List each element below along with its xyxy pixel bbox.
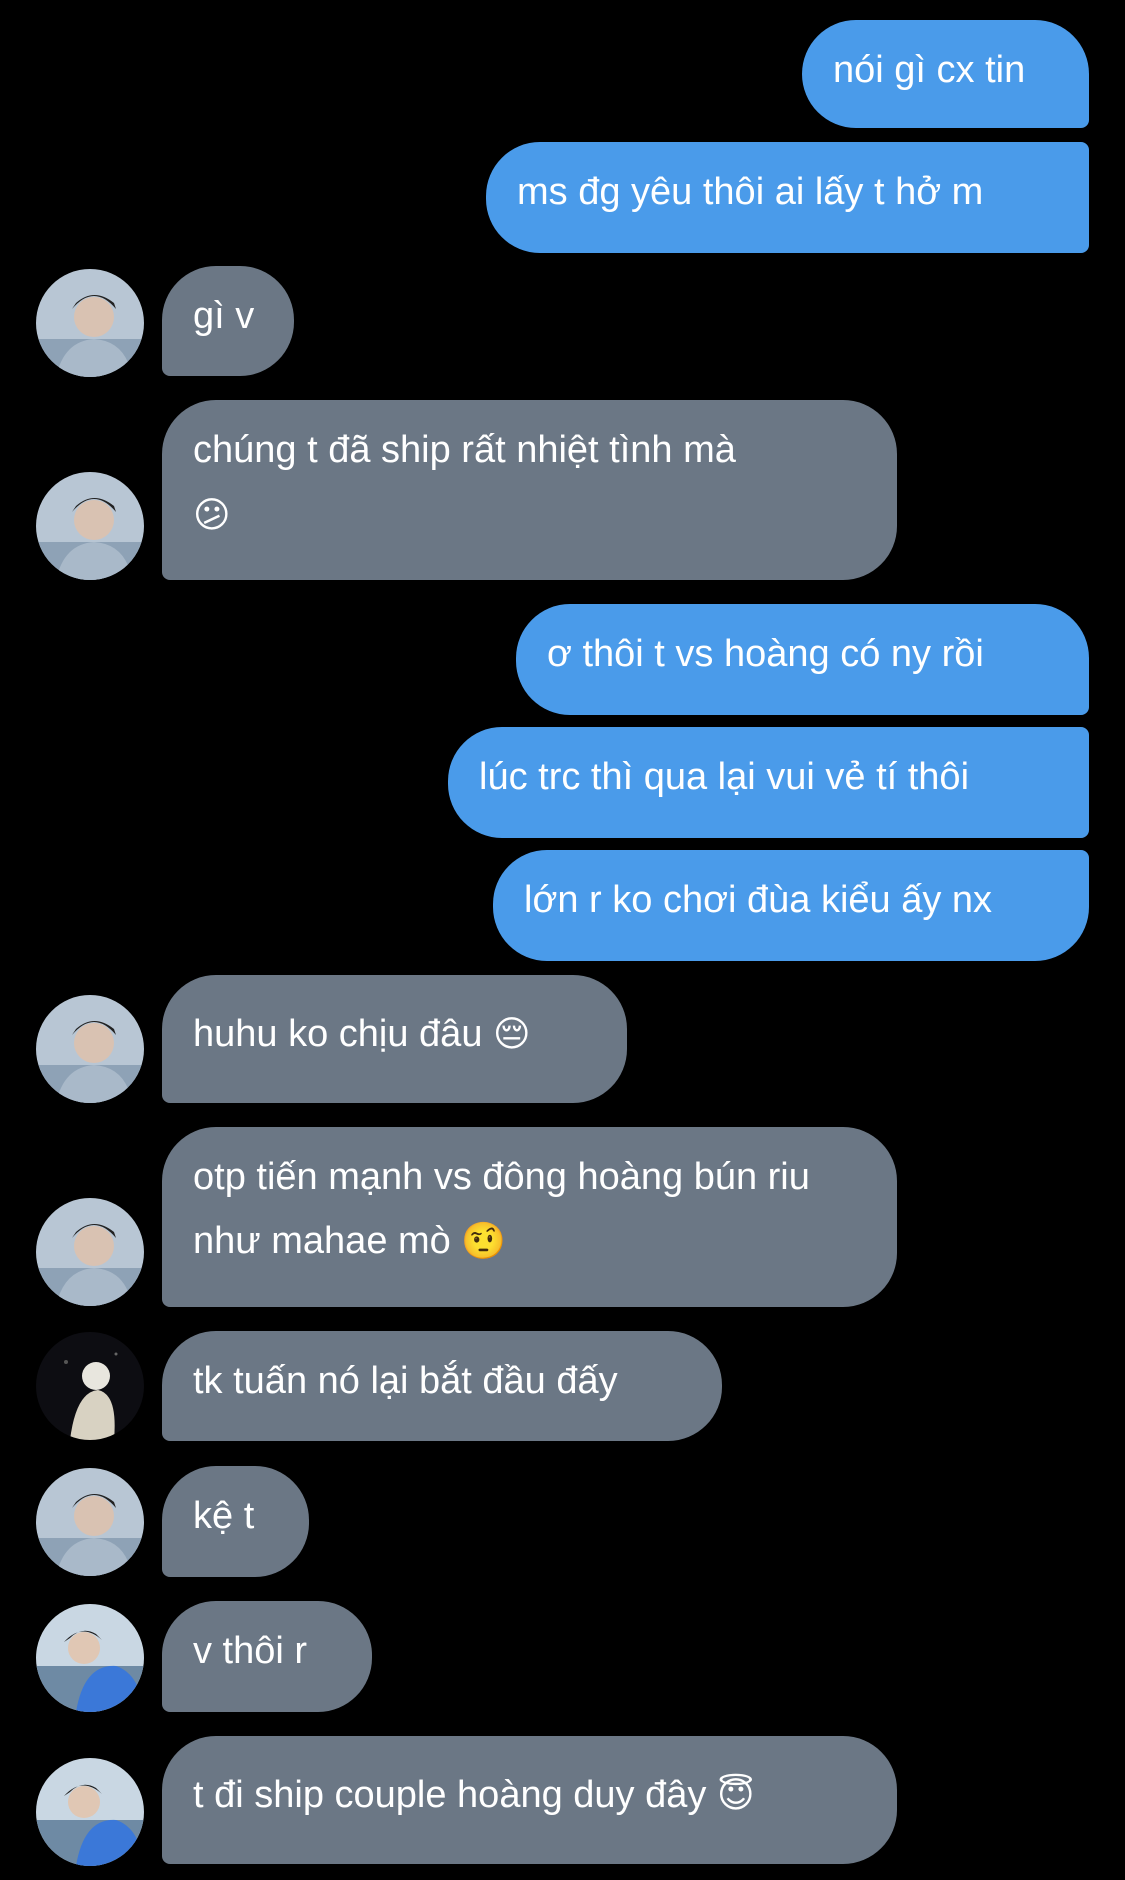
- message-bubble-outgoing[interactable]: ms đg yêu thôi ai lấy t hở m: [486, 142, 1089, 253]
- message-bubble-incoming[interactable]: tk tuấn nó lại bắt đầu đấy: [162, 1331, 722, 1441]
- pensive-face-icon: 😔: [493, 1014, 531, 1055]
- contact-avatar[interactable]: [36, 269, 144, 377]
- message-bubble-outgoing[interactable]: lớn r ko chơi đùa kiểu ấy nx: [493, 850, 1089, 961]
- avatar-photo-icon: [36, 1198, 144, 1306]
- message-text: v thôi r: [193, 1630, 308, 1672]
- contact-avatar[interactable]: [36, 1758, 144, 1866]
- message-text-content: t đi ship couple hoàng duy đây: [193, 1774, 707, 1816]
- avatar-photo-icon: [36, 1468, 144, 1576]
- message-bubble-incoming[interactable]: kệ t: [162, 1466, 309, 1577]
- message-text: t đi ship couple hoàng duy đây 😇: [193, 1763, 866, 1828]
- avatar-photo-icon: [36, 472, 144, 580]
- message-text: ms đg yêu thôi ai lấy t hở m: [517, 171, 984, 213]
- message-bubble-outgoing[interactable]: nói gì cx tin: [802, 20, 1089, 128]
- message-text-content: huhu ko chịu đâu: [193, 1013, 483, 1055]
- halo-face-icon: 😇: [716, 1775, 755, 1816]
- message-text: kệ t: [193, 1495, 255, 1537]
- message-text: ơ thôi t vs hoàng có ny rồi: [547, 633, 984, 675]
- contact-avatar[interactable]: [36, 995, 144, 1103]
- message-bubble-incoming[interactable]: t đi ship couple hoàng duy đây 😇: [162, 1736, 897, 1864]
- avatar-photo-icon: [36, 995, 144, 1103]
- message-bubble-outgoing[interactable]: ơ thôi t vs hoàng có ny rồi: [516, 604, 1089, 715]
- confused-face-icon: 😕: [193, 495, 231, 536]
- chat-thread: nói gì cx tin ms đg yêu thôi ai lấy t hở…: [0, 0, 1125, 1880]
- message-bubble-incoming[interactable]: chúng t đã ship rất nhiệt tình mà 😕: [162, 400, 897, 580]
- message-bubble-incoming[interactable]: huhu ko chịu đâu 😔: [162, 975, 627, 1103]
- message-text: lúc trc thì qua lại vui vẻ tí thôi: [479, 756, 970, 798]
- avatar-photo-icon: [36, 269, 144, 377]
- message-text: huhu ko chịu đâu 😔: [193, 1002, 596, 1067]
- avatar-photo-icon: [36, 1758, 144, 1866]
- contact-avatar[interactable]: [36, 1332, 144, 1440]
- avatar-photo-icon: [36, 1604, 144, 1712]
- message-text: lớn r ko chơi đùa kiểu ấy nx: [524, 879, 993, 921]
- contact-avatar[interactable]: [36, 1198, 144, 1306]
- contact-avatar[interactable]: [36, 1604, 144, 1712]
- message-text: chúng t đã ship rất nhiệt tình mà: [193, 429, 736, 471]
- contact-avatar[interactable]: [36, 472, 144, 580]
- message-text: nói gì cx tin: [833, 49, 1026, 91]
- avatar-photo-icon: [36, 1332, 144, 1440]
- contact-avatar[interactable]: [36, 1468, 144, 1576]
- message-text: tk tuấn nó lại bắt đầu đấy: [193, 1360, 618, 1402]
- message-bubble-incoming[interactable]: otp tiến mạnh vs đông hoàng bún riu như …: [162, 1127, 897, 1307]
- message-text: otp tiến mạnh vs đông hoàng bún riu như …: [193, 1145, 863, 1274]
- message-bubble-incoming[interactable]: v thôi r: [162, 1601, 372, 1712]
- message-bubble-outgoing[interactable]: lúc trc thì qua lại vui vẻ tí thôi: [448, 727, 1089, 838]
- message-text: gì v: [193, 295, 255, 337]
- message-bubble-incoming[interactable]: gì v: [162, 266, 294, 376]
- raised-eyebrow-icon: 🤨: [461, 1221, 507, 1262]
